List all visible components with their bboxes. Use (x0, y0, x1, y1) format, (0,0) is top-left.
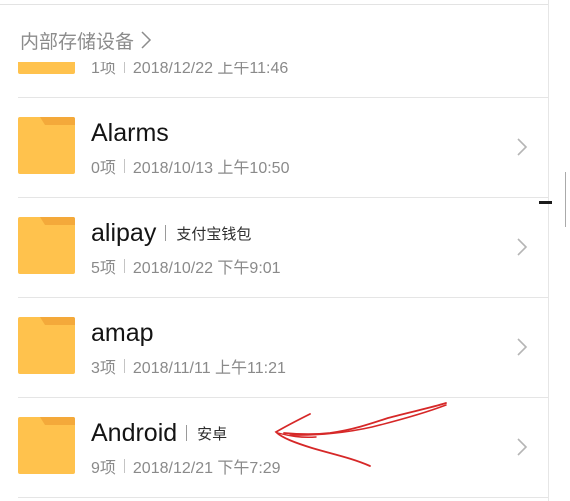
file-manager-screen: 内部存储设备 1项 2018/12/22 上午11:46 Alarms 0项 2… (0, 0, 570, 501)
folder-name: Android (91, 418, 178, 447)
item-count: 0项 (91, 160, 116, 177)
item-count: 9项 (91, 460, 116, 477)
meta-separator (123, 159, 125, 173)
folder-title: amap (91, 319, 154, 347)
breadcrumb-label: 内部存储设备 (20, 30, 135, 53)
modified-date: 2018/10/13 上午10:50 (132, 160, 290, 177)
folder-row-amap[interactable]: amap 3项 2018/11/11 上午11:21 (0, 297, 548, 398)
card-edge (548, 0, 549, 501)
folder-meta: 0项 2018/10/13 上午10:50 (91, 156, 290, 177)
folder-title: Alarms (91, 119, 169, 147)
meta-separator (123, 459, 125, 473)
folder-icon (18, 317, 75, 374)
title-separator (165, 225, 167, 241)
folder-meta: 1项 2018/12/22 上午11:46 (91, 62, 289, 77)
folder-name: amap (91, 318, 154, 347)
folder-title: alipay 支付宝钱包 (91, 219, 251, 247)
folder-title: Android 安卓 (91, 419, 227, 447)
chevron-right-icon (141, 31, 152, 49)
folder-name: alipay (91, 218, 157, 247)
modified-date: 2018/12/22 上午11:46 (132, 62, 289, 77)
item-count: 1项 (91, 62, 116, 77)
modified-date: 2018/12/21 下午7:29 (132, 460, 281, 477)
meta-separator (123, 359, 125, 373)
folder-alias: 安卓 (197, 424, 228, 443)
item-count: 5项 (91, 260, 116, 277)
item-count: 3项 (91, 360, 116, 377)
modified-date: 2018/10/22 下午9:01 (132, 260, 281, 277)
folder-icon (18, 62, 75, 74)
folder-meta: 9项 2018/12/21 下午7:29 (91, 456, 281, 477)
header: 内部存储设备 (0, 5, 548, 62)
folder-name: Alarms (91, 118, 169, 147)
chevron-right-icon (517, 438, 528, 456)
folder-list[interactable]: 1项 2018/12/22 上午11:46 Alarms 0项 2018/10/… (0, 62, 548, 501)
list-item[interactable]: 1项 2018/12/22 上午11:46 (0, 62, 548, 98)
stray-mark (539, 201, 552, 204)
stray-mark (565, 172, 566, 227)
folder-meta: 5项 2018/10/22 下午9:01 (91, 256, 281, 277)
meta-separator (123, 259, 125, 273)
modified-date: 2018/11/11 上午11:21 (132, 360, 286, 377)
folder-row-alarms[interactable]: Alarms 0项 2018/10/13 上午10:50 (0, 97, 548, 198)
folder-alias: 支付宝钱包 (176, 224, 252, 243)
row-divider (18, 497, 548, 498)
chevron-right-icon (517, 238, 528, 256)
top-border (0, 4, 548, 5)
chevron-right-icon (517, 138, 528, 156)
meta-separator (123, 62, 125, 73)
breadcrumb[interactable]: 内部存储设备 (20, 26, 152, 54)
folder-meta: 3项 2018/11/11 上午11:21 (91, 356, 286, 377)
folder-row-alipay[interactable]: alipay 支付宝钱包 5项 2018/10/22 下午9:01 (0, 197, 548, 298)
folder-row-android[interactable]: Android 安卓 9项 2018/12/21 下午7:29 (0, 397, 548, 498)
chevron-right-icon (517, 338, 528, 356)
folder-icon (18, 117, 75, 174)
title-separator (186, 425, 188, 441)
folder-icon (18, 417, 75, 474)
folder-icon (18, 217, 75, 274)
